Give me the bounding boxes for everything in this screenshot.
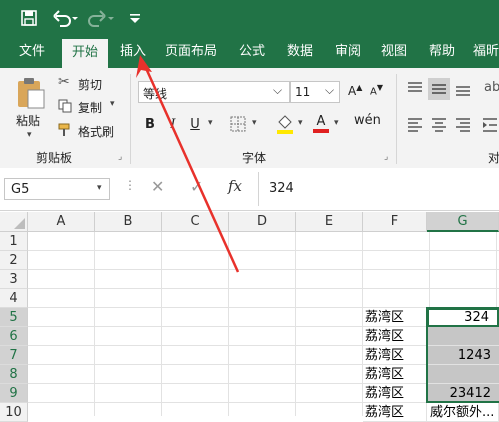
- annotation-arrow: [136, 55, 240, 273]
